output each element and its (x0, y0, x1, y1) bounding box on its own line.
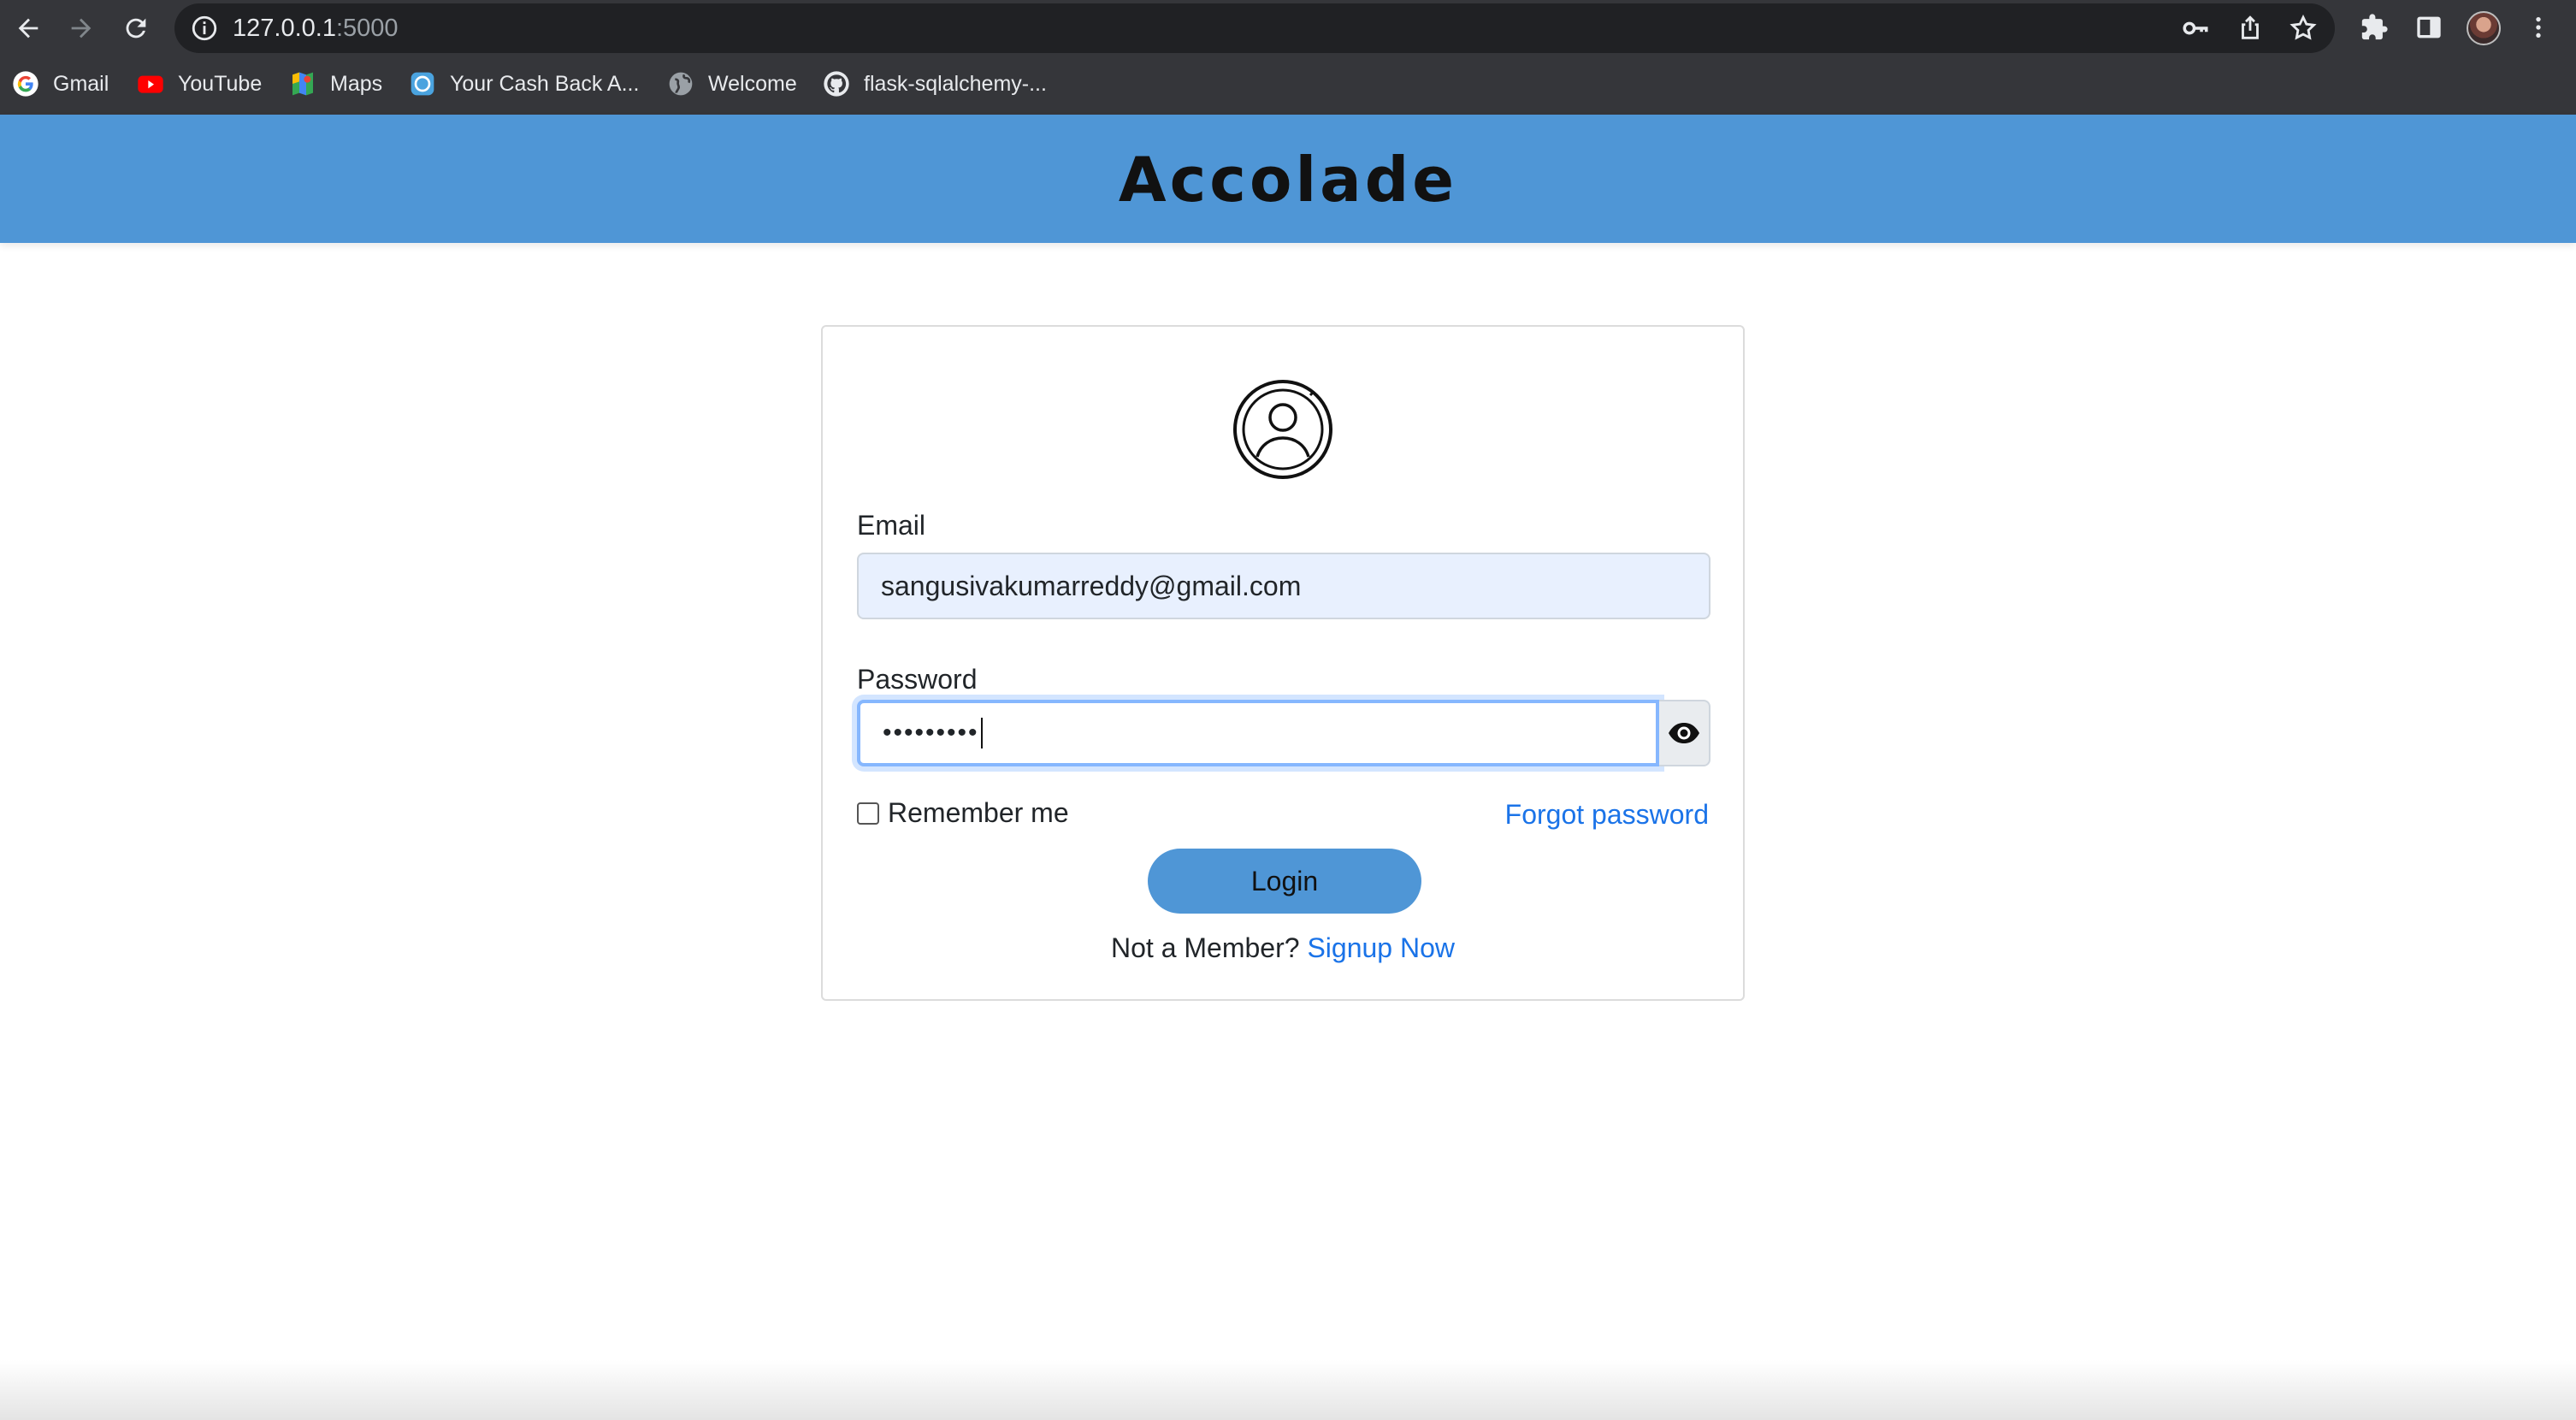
profile-avatar[interactable] (2467, 11, 2501, 45)
key-icon[interactable] (2181, 14, 2210, 43)
url-text[interactable]: 127.0.0.1:5000 (233, 14, 399, 43)
browser-chrome: 127.0.0.1:5000 Gmail YouTube Maps Your C… (0, 0, 2576, 115)
cashback-icon (409, 70, 436, 98)
login-card: Email sangusivakumarreddy@gmail.com Pass… (821, 325, 1745, 1001)
site-info-icon[interactable] (190, 14, 219, 43)
reload-icon[interactable] (115, 7, 157, 50)
password-value: ••••••••• (883, 719, 979, 747)
login-button[interactable]: Login (1148, 849, 1421, 914)
side-panel-icon[interactable] (2412, 10, 2446, 44)
address-bar[interactable]: 127.0.0.1:5000 (174, 3, 2335, 53)
github-icon (823, 70, 850, 98)
bookmark-flask-sqlalchemy[interactable]: flask-sqlalchemy-... (823, 68, 1047, 99)
back-arrow-icon[interactable] (7, 7, 50, 50)
remember-me-checkbox[interactable] (857, 802, 879, 825)
extensions-icon[interactable] (2357, 10, 2391, 44)
browser-toolbar: 127.0.0.1:5000 (0, 0, 2576, 56)
page-bottom-shadow (0, 1360, 2576, 1420)
site-header: Accolade (0, 115, 2576, 243)
star-icon[interactable] (2289, 14, 2318, 43)
password-label: Password (857, 664, 978, 695)
eye-icon (1669, 723, 1699, 743)
not-member-text: Not a Member? (1111, 932, 1300, 963)
signup-prompt: Not a Member? Signup Now (823, 931, 1743, 965)
remember-me-label: Remember me (888, 797, 1069, 828)
email-field[interactable]: sangusivakumarreddy@gmail.com (857, 553, 1710, 619)
toggle-password-visibility-button[interactable] (1659, 700, 1710, 766)
email-label: Email (857, 510, 926, 541)
bookmarks-bar: Gmail YouTube Maps Your Cash Back A... W… (0, 62, 2576, 106)
bookmark-welcome[interactable]: Welcome (667, 68, 797, 99)
share-icon[interactable] (2236, 14, 2265, 43)
bookmark-youtube[interactable]: YouTube (137, 68, 262, 99)
maps-icon (289, 70, 316, 98)
bookmark-cashback[interactable]: Your Cash Back A... (409, 68, 639, 99)
globe-icon (667, 70, 694, 98)
password-field[interactable]: ••••••••• (857, 700, 1659, 766)
forward-arrow-icon[interactable] (60, 7, 103, 50)
youtube-icon (137, 70, 164, 98)
text-caret (980, 718, 983, 748)
signup-link[interactable]: Signup Now (1307, 932, 1455, 963)
forgot-password-link[interactable]: Forgot password (1505, 797, 1709, 831)
remember-me[interactable]: Remember me (857, 797, 1069, 829)
user-avatar-icon (1233, 380, 1332, 479)
google-icon (12, 70, 39, 98)
brand-title: Accolade (1118, 144, 1458, 216)
bookmark-gmail[interactable]: Gmail (12, 68, 109, 99)
email-value: sangusivakumarreddy@gmail.com (881, 570, 1302, 601)
more-menu-icon[interactable] (2521, 10, 2555, 44)
bookmark-maps[interactable]: Maps (289, 68, 382, 99)
